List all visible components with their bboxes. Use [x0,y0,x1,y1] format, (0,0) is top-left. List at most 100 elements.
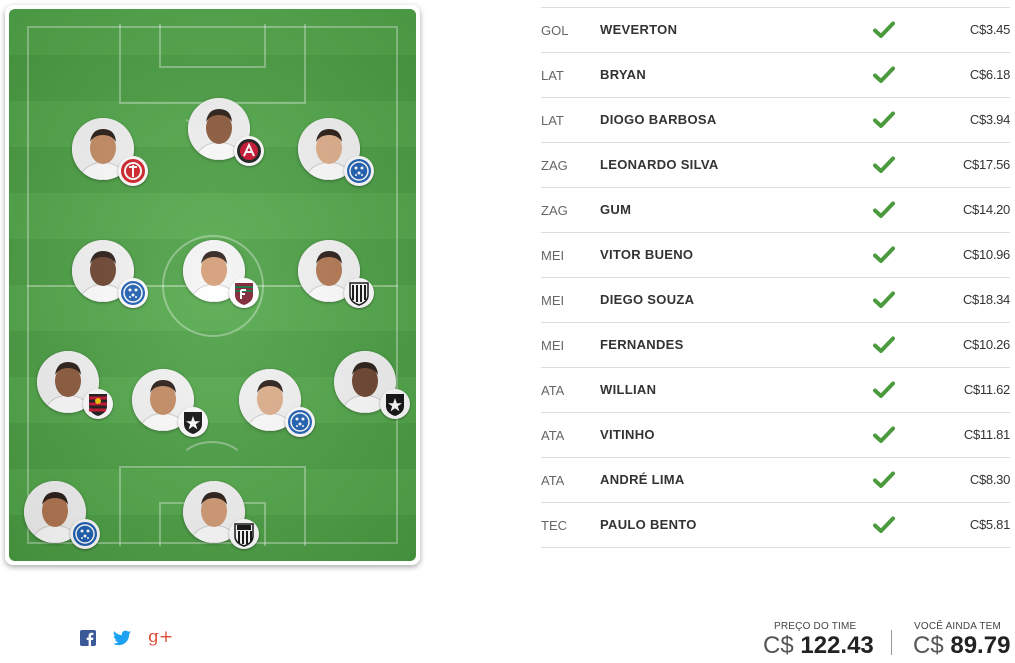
player-slot[interactable] [298,240,374,308]
check-icon [873,469,895,491]
table-row[interactable]: ZAG GUM C$14.20 [541,187,1010,232]
player-name: ANDRÉ LIMA [600,472,685,487]
club-badge-icon [234,136,264,166]
player-price: C$11.81 [963,427,1010,442]
player-name: DIOGO BARBOSA [600,112,717,127]
player-slot[interactable] [72,118,148,186]
table-row[interactable]: LAT BRYAN C$6.18 [541,52,1010,97]
player-slot[interactable] [183,240,259,308]
player-slot[interactable] [298,118,374,186]
player-name: VITINHO [600,427,655,442]
remaining-budget-value: C$ 89.79 [913,632,1010,660]
club-badge-icon [118,156,148,186]
roster-table: GOL WEVERTON C$3.45 LAT BRYAN C$6.18 LAT DIOGO … [541,7,1010,548]
player-slot[interactable] [132,369,208,437]
check-icon [873,64,895,86]
twitter-icon[interactable] [113,630,131,646]
team-price-number: 122.43 [800,632,874,659]
position-label: MEI [541,248,565,263]
position-label: MEI [541,338,565,353]
club-badge-icon [229,278,259,308]
facebook-icon[interactable] [80,630,96,646]
table-row[interactable]: MEI VITOR BUENO C$10.96 [541,232,1010,277]
position-label: LAT [541,68,564,83]
player-name: FERNANDES [600,337,684,352]
player-name: GUM [600,202,632,217]
summary-divider [891,630,892,655]
table-row[interactable]: TEC PAULO BENTO C$5.81 [541,502,1010,548]
position-label: ATA [541,428,565,443]
check-icon [873,154,895,176]
check-icon [873,514,895,536]
remaining-budget-label: VOCÊ AINDA TEM [914,621,1002,632]
table-row[interactable]: ZAG LEONARDO SILVA C$17.56 [541,142,1010,187]
position-label: ZAG [541,158,568,173]
check-icon [873,289,895,311]
player-price: C$6.18 [969,67,1010,82]
player-name: WEVERTON [600,22,678,37]
player-slot[interactable] [37,351,113,419]
check-icon [873,379,895,401]
table-row[interactable]: MEI FERNANDES C$10.26 [541,322,1010,367]
table-row[interactable]: ATA WILLIAN C$11.62 [541,367,1010,412]
position-label: ATA [541,473,565,488]
player-slot[interactable] [188,98,264,166]
check-icon [873,109,895,131]
table-row[interactable]: LAT DIOGO BARBOSA C$3.94 [541,97,1010,142]
player-price: C$3.94 [969,112,1010,127]
check-icon [873,424,895,446]
remaining-budget-number: 89.79 [950,632,1011,659]
top-goal-box [159,24,266,68]
team-price-currency: C$ [763,632,794,659]
position-label: MEI [541,293,565,308]
table-row[interactable]: ATA VITINHO C$11.81 [541,412,1010,457]
check-icon [873,244,895,266]
player-price: C$10.96 [962,247,1010,262]
team-price-value: C$ 122.43 [763,632,874,660]
remaining-budget-currency: C$ [913,632,944,659]
position-label: GOL [541,23,569,38]
check-icon [873,334,895,356]
check-icon [873,19,895,41]
club-badge-icon [118,278,148,308]
position-label: TEC [541,518,567,533]
player-price: C$3.45 [969,22,1010,37]
player-price: C$5.81 [969,517,1010,532]
table-row[interactable]: GOL WEVERTON C$3.45 [541,7,1010,52]
table-row[interactable]: MEI DIEGO SOUZA C$18.34 [541,277,1010,322]
player-price: C$10.26 [962,337,1010,352]
position-label: ATA [541,383,565,398]
soccer-field [9,9,416,561]
club-badge-icon [344,156,374,186]
club-badge-icon [229,519,259,549]
google-plus-icon[interactable]: g+ [148,627,173,647]
check-icon [873,199,895,221]
player-name: PAULO BENTO [600,517,697,532]
player-name: LEONARDO SILVA [600,157,719,172]
club-badge-icon [70,519,100,549]
player-price: C$11.62 [963,382,1010,397]
player-price: C$18.34 [962,292,1010,307]
club-badge-icon [344,278,374,308]
table-row[interactable]: ATA ANDRÉ LIMA C$8.30 [541,457,1010,502]
player-price: C$14.20 [962,202,1010,217]
player-name: BRYAN [600,67,647,82]
player-slot[interactable] [239,369,315,437]
player-name: WILLIAN [600,382,657,397]
position-label: ZAG [541,203,568,218]
player-slot[interactable] [183,481,259,549]
club-badge-icon [285,407,315,437]
player-slot[interactable] [72,240,148,308]
player-price: C$17.56 [962,157,1010,172]
position-label: LAT [541,113,564,128]
club-badge-icon [178,407,208,437]
club-badge-icon [380,389,410,419]
player-slot[interactable] [334,351,410,419]
player-name: VITOR BUENO [600,247,694,262]
player-name: DIEGO SOUZA [600,292,695,307]
team-price-label: PREÇO DO TIME [774,621,857,632]
club-badge-icon [83,389,113,419]
lineup-field-card [5,5,420,565]
player-slot[interactable] [24,481,100,549]
player-price: C$8.30 [969,472,1010,487]
